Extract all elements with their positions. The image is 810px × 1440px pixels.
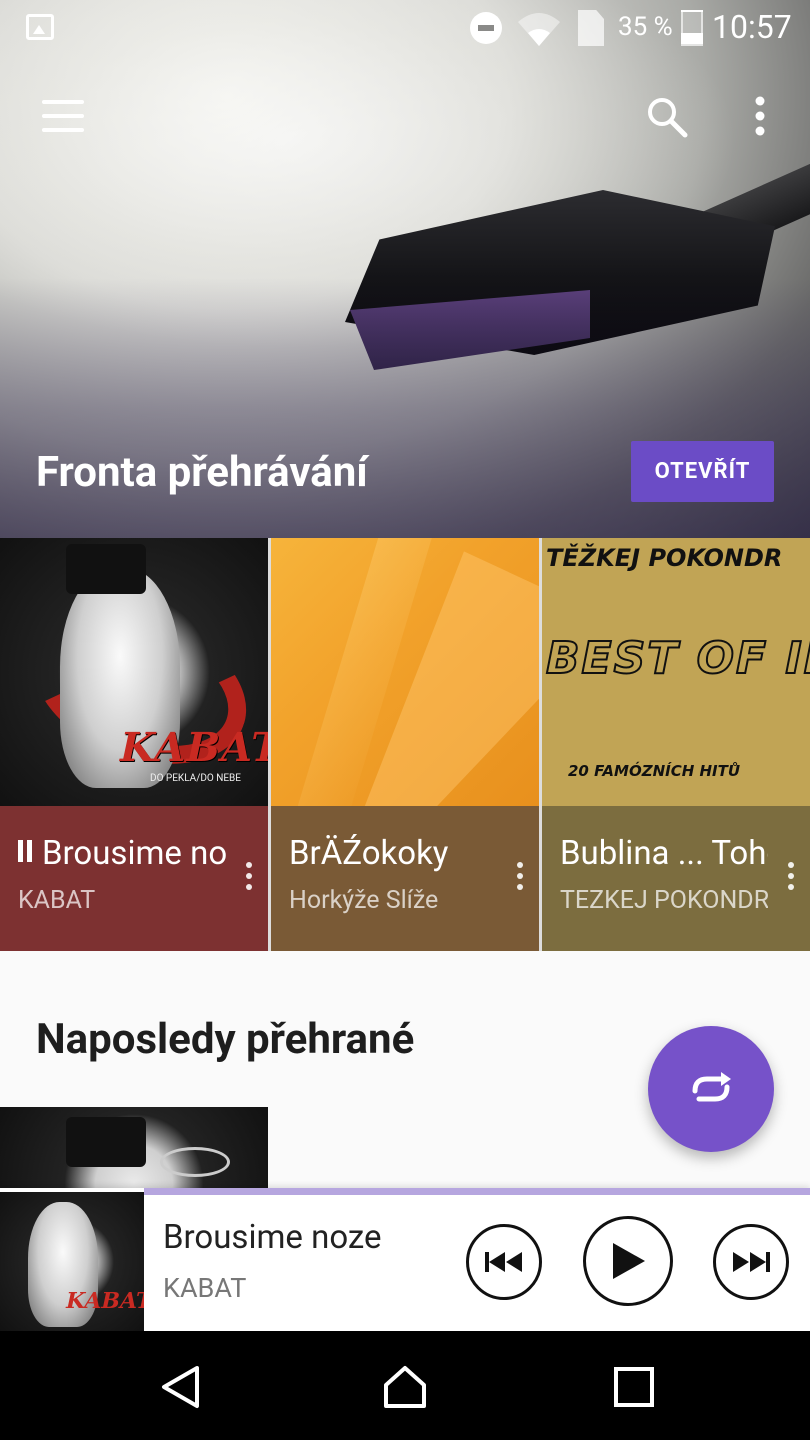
card-title-row: Brousime noze bbox=[18, 834, 226, 873]
next-button[interactable] bbox=[713, 1224, 789, 1300]
battery-percent: 35 % bbox=[618, 12, 673, 42]
card-title: Brousime noze bbox=[42, 834, 226, 873]
art-decoration bbox=[160, 1147, 230, 1177]
queue-card[interactable]: TĚŽKEJ POKONDR BEST OF II. 20 FAMÓZNÍCH … bbox=[542, 538, 810, 951]
previous-button[interactable] bbox=[466, 1224, 542, 1300]
play-icon bbox=[613, 1243, 645, 1279]
card-artist: TEZKEJ POKONDR bbox=[560, 886, 768, 915]
system-nav-bar bbox=[0, 1331, 810, 1440]
album-art: TĚŽKEJ POKONDR BEST OF II. 20 FAMÓZNÍCH … bbox=[542, 538, 810, 806]
card-title: BrÄŹokoky bbox=[289, 834, 449, 873]
search-icon[interactable] bbox=[645, 95, 689, 139]
recent-apps-icon[interactable] bbox=[612, 1365, 656, 1409]
art-text-bottom: 20 FAMÓZNÍCH HITŮ bbox=[568, 762, 741, 780]
home-icon[interactable] bbox=[383, 1365, 427, 1409]
card-info: Brousime noze KABAT bbox=[0, 806, 268, 951]
queue-card[interactable]: KABAT DO PEKLA/DO NEBE Brousime noze KAB… bbox=[0, 538, 268, 951]
hero-header: 35 % 10:57 Fronta přehrávání OTEVŘÍT bbox=[0, 0, 810, 538]
art-logo-subtext: DO PEKLA/DO NEBE bbox=[150, 773, 241, 784]
battery-icon bbox=[681, 10, 703, 46]
music-app-screen: 35 % 10:57 Fronta přehrávání OTEVŘÍT KAB… bbox=[0, 0, 810, 1440]
album-art bbox=[271, 538, 539, 806]
more-vert-icon[interactable] bbox=[786, 862, 796, 896]
queue-title: Fronta přehrávání bbox=[36, 448, 368, 497]
card-title: Bublina ... Toho bbox=[560, 834, 768, 873]
art-logo: KABAT bbox=[115, 724, 268, 771]
queue-cards: KABAT DO PEKLA/DO NEBE Brousime noze KAB… bbox=[0, 538, 810, 951]
playback-progress[interactable] bbox=[144, 1188, 810, 1195]
skip-previous-icon bbox=[485, 1252, 522, 1272]
play-button[interactable] bbox=[583, 1216, 673, 1306]
skip-next-icon bbox=[733, 1252, 770, 1272]
art-logo: KABAT bbox=[63, 1288, 144, 1314]
art-hat bbox=[66, 1117, 146, 1167]
back-icon[interactable] bbox=[159, 1365, 203, 1409]
sim-icon bbox=[578, 10, 604, 46]
do-not-disturb-icon bbox=[470, 12, 502, 44]
queue-card[interactable]: BrÄŹokoky Horkýže Slíže bbox=[271, 538, 539, 951]
wifi-icon bbox=[518, 13, 560, 46]
open-queue-button[interactable]: OTEVŘÍT bbox=[631, 441, 774, 502]
more-vert-icon[interactable] bbox=[515, 862, 525, 896]
card-info: Bublina ... Toho TEZKEJ POKONDR bbox=[542, 806, 810, 951]
card-artist: Horkýže Slíže bbox=[289, 886, 439, 915]
art-text-main: BEST OF II. bbox=[545, 632, 810, 685]
more-vert-icon[interactable] bbox=[748, 96, 772, 136]
mini-artist: KABAT bbox=[163, 1272, 247, 1304]
card-info: BrÄŹokoky Horkýže Slíže bbox=[271, 806, 539, 951]
hamburger-icon[interactable] bbox=[42, 100, 84, 132]
more-vert-icon[interactable] bbox=[244, 862, 254, 896]
status-bar: 35 % 10:57 bbox=[0, 0, 810, 56]
repeat-fab-button[interactable] bbox=[648, 1026, 774, 1152]
art-text-top: TĚŽKEJ POKONDR bbox=[546, 544, 783, 572]
mini-player[interactable]: KABAT Brousime noze KABAT bbox=[0, 1188, 810, 1331]
recent-album-art[interactable] bbox=[0, 1107, 268, 1192]
mini-album-art: KABAT bbox=[0, 1192, 144, 1331]
art-hat bbox=[66, 544, 146, 594]
recent-title: Naposledy přehrané bbox=[36, 1015, 415, 1064]
repeat-icon bbox=[692, 1072, 731, 1102]
clock: 10:57 bbox=[712, 8, 792, 46]
album-art: KABAT DO PEKLA/DO NEBE bbox=[0, 538, 268, 806]
mini-song-title: Brousime noze bbox=[163, 1218, 382, 1257]
card-artist: KABAT bbox=[18, 886, 96, 915]
pause-icon bbox=[18, 840, 32, 862]
image-notification-icon bbox=[26, 14, 54, 40]
